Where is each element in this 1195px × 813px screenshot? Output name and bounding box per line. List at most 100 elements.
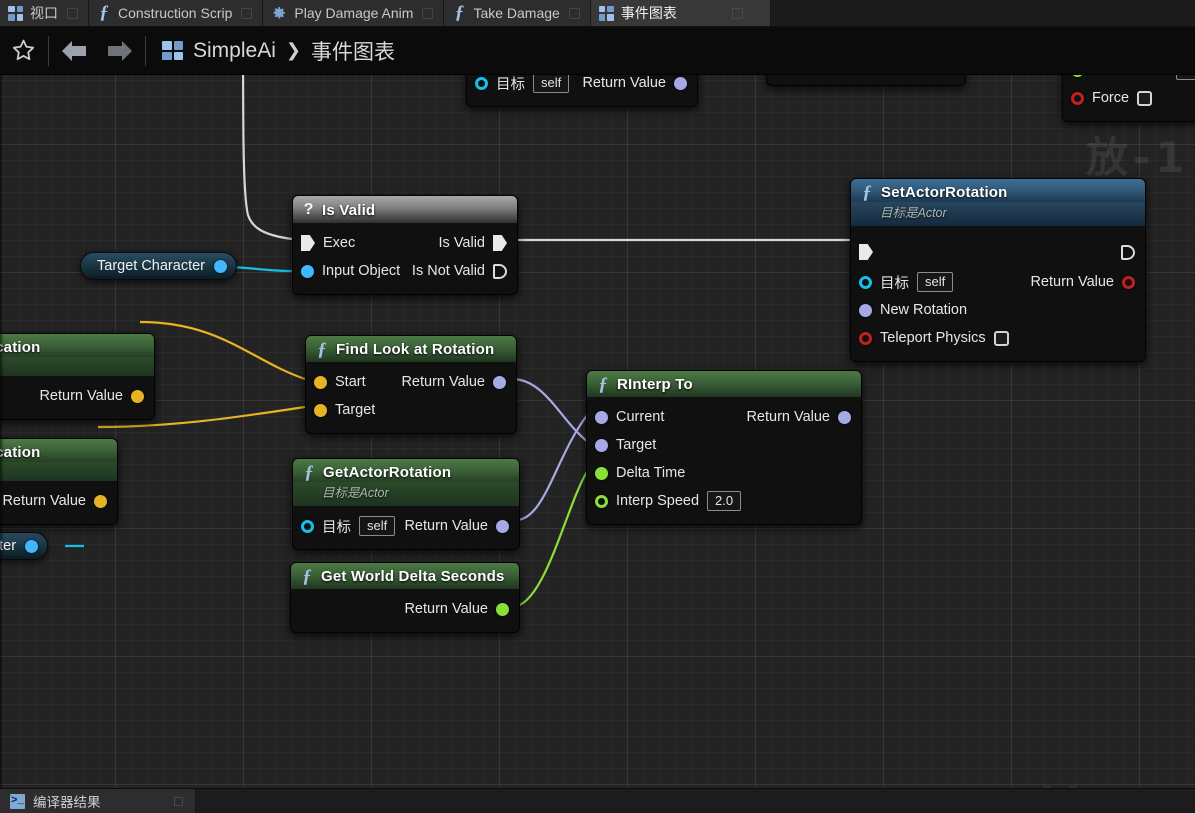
node-title: Is Valid — [322, 201, 376, 219]
pin-return-vector[interactable] — [94, 494, 107, 508]
tab-event-graph[interactable]: 事件图表 — [590, 0, 771, 26]
toolbar-divider — [48, 35, 49, 66]
teleport-physics-checkbox[interactable] — [993, 330, 1009, 346]
graph-toolbar: SimpleAi ❯ 事件图表 — [0, 27, 1195, 75]
pin-return-rotator[interactable] — [674, 76, 687, 90]
tab-close-icon[interactable] — [422, 7, 434, 19]
pin-force[interactable] — [1071, 91, 1084, 105]
tab-label: Construction Scrip — [118, 5, 233, 21]
tab-close-icon[interactable] — [174, 796, 183, 806]
node-body: 目标 self Return Value — [293, 506, 519, 549]
tab-label: Play Damage Anim — [294, 5, 414, 21]
node-title: RInterp To — [617, 376, 693, 393]
node-subtitle: ctor — [0, 462, 117, 481]
pin-label-target: 目标 — [496, 76, 525, 93]
force-checkbox[interactable] — [1137, 90, 1153, 106]
node-title: orLocation — [0, 444, 41, 461]
target-self-value[interactable]: self — [533, 75, 570, 93]
pin-input-object[interactable] — [301, 264, 314, 278]
node-get-actor-rotation[interactable]: ƒ GetActorRotation 目标是Actor 目标 self Retu… — [292, 458, 520, 550]
pin-row-interp-speed: Interp Speed 2.0 — [587, 487, 861, 515]
pin-row-new-rotation: New Rotation — [851, 296, 1145, 324]
pin-target-character-out[interactable] — [25, 539, 39, 553]
node-get-actor-location-1[interactable]: ƒ orLocation ctor lf Return Value — [0, 333, 155, 420]
pin-target-object[interactable] — [859, 275, 872, 289]
pin-label-return: Return Value — [2, 493, 86, 509]
tab-compiler-results[interactable]: >_ 编译器结果 — [0, 789, 196, 813]
tab-close-icon[interactable] — [731, 7, 743, 19]
pin-exec-in[interactable] — [301, 235, 315, 251]
pin-row-delta-time: Delta Time — [587, 459, 861, 487]
forward-button[interactable] — [97, 28, 143, 74]
tab-close-icon[interactable] — [568, 7, 580, 19]
pin-target-object[interactable] — [475, 76, 488, 90]
node-is-valid[interactable]: ? Is Valid Exec Is Valid Input Object Is… — [292, 195, 518, 295]
pin-row-return: Return Value — [291, 595, 519, 623]
tab-play-damage-anim[interactable]: Play Damage Anim — [263, 0, 445, 26]
pin-row-current: Current Return Value — [587, 403, 861, 431]
pin-scale-value[interactable] — [1071, 75, 1084, 77]
pin-label-return: Return Value — [1030, 274, 1114, 290]
pin-return-bool[interactable] — [1122, 275, 1135, 289]
question-mark-icon: ? — [303, 201, 314, 218]
node-body: Return Value — [291, 589, 519, 632]
pin-exec-in[interactable] — [859, 244, 873, 260]
event-graph-canvas[interactable]: 蓝图 缩放-1 — [0, 75, 1195, 788]
favorite-button[interactable] — [0, 28, 46, 74]
target-self-value[interactable]: self — [359, 516, 396, 536]
pin-target-vector[interactable] — [314, 403, 327, 417]
pin-label-is-not-valid: Is Not Valid — [411, 263, 485, 279]
pin-exec-out[interactable] — [1121, 244, 1135, 260]
tab-close-icon[interactable] — [241, 7, 253, 19]
pin-target-object[interactable] — [301, 519, 314, 533]
tab-viewport[interactable]: 视口 — [0, 0, 89, 26]
pin-return-rotator[interactable] — [496, 519, 509, 533]
variable-label: Target Character — [97, 258, 205, 274]
scale-value-field[interactable]: 1.0 — [1176, 75, 1195, 80]
pin-label-return: Return Value — [582, 75, 666, 91]
node-target-character-variable-2[interactable]: racter — [0, 532, 49, 560]
tab-label: Take Damage — [473, 5, 560, 21]
toolbar-divider-2 — [145, 35, 146, 66]
pin-return-rotator[interactable] — [493, 375, 506, 389]
node-get-right-vector[interactable]: ƒ Get Right Vector In Rot Return Value — [766, 75, 966, 86]
tab-label: 视口 — [30, 5, 58, 21]
editor-tab-bar: 视口 ƒ Construction Scrip Play Damage Anim… — [0, 0, 1195, 27]
arrow-right-icon — [108, 40, 132, 61]
interp-speed-field[interactable]: 2.0 — [707, 491, 742, 511]
target-self-value[interactable]: self — [917, 272, 954, 292]
breadcrumb-item-graph[interactable]: 事件图表 — [311, 36, 395, 66]
pin-exec-is-valid[interactable] — [493, 235, 507, 251]
pin-return-vector[interactable] — [131, 389, 144, 403]
pin-interp-speed-float[interactable] — [595, 494, 608, 508]
pin-row-teleport-physics: Teleport Physics — [851, 324, 1145, 352]
pin-return-rotator[interactable] — [838, 410, 851, 424]
node-find-look-at-rotation[interactable]: ƒ Find Look at Rotation Start Return Val… — [305, 335, 517, 434]
tab-take-damage[interactable]: ƒ Take Damage — [444, 0, 591, 26]
node-body: Current Return Value Target Delta Time I… — [587, 397, 861, 524]
node-target-character-variable[interactable]: Target Character — [80, 252, 237, 280]
pin-delta-time-float[interactable] — [595, 466, 608, 480]
tab-construction-script[interactable]: ƒ Construction Scrip — [89, 0, 264, 26]
tab-bar-filler — [770, 0, 1195, 26]
breadcrumb-item-blueprint[interactable]: SimpleAi — [193, 39, 276, 63]
pin-exec-is-not-valid[interactable] — [493, 263, 507, 279]
node-get-world-delta-seconds[interactable]: ƒ Get World Delta Seconds Return Value — [290, 562, 520, 633]
pin-target-character-out[interactable] — [214, 259, 227, 273]
pin-target-rotator[interactable] — [595, 438, 608, 452]
node-partial-get-control-rotation[interactable]: ƒ 目标是Actor 目标 self Return Value — [466, 75, 698, 107]
pin-start-vector[interactable] — [314, 375, 327, 389]
tab-close-icon[interactable] — [67, 7, 78, 19]
pin-teleport-physics[interactable] — [859, 331, 872, 345]
pin-label-return: Return Value — [404, 601, 488, 617]
pin-row-target: Target — [306, 396, 516, 424]
node-get-actor-location-2[interactable]: ƒ orLocation ctor Return Value — [0, 438, 118, 525]
pin-return-float[interactable] — [496, 602, 509, 616]
back-button[interactable] — [51, 28, 97, 74]
node-rinterp-to[interactable]: ƒ RInterp To Current Return Value Target… — [586, 370, 862, 525]
node-subtitle: 目标是Actor — [851, 202, 1145, 226]
node-add-movement-input[interactable]: 目标 self World Direction Scale Value 1.0 — [1062, 75, 1195, 122]
node-set-actor-rotation[interactable]: ƒ SetActorRotation 目标是Actor 目标 self Retu… — [850, 178, 1146, 362]
pin-new-rotation[interactable] — [859, 303, 872, 317]
pin-current-rotator[interactable] — [595, 410, 608, 424]
